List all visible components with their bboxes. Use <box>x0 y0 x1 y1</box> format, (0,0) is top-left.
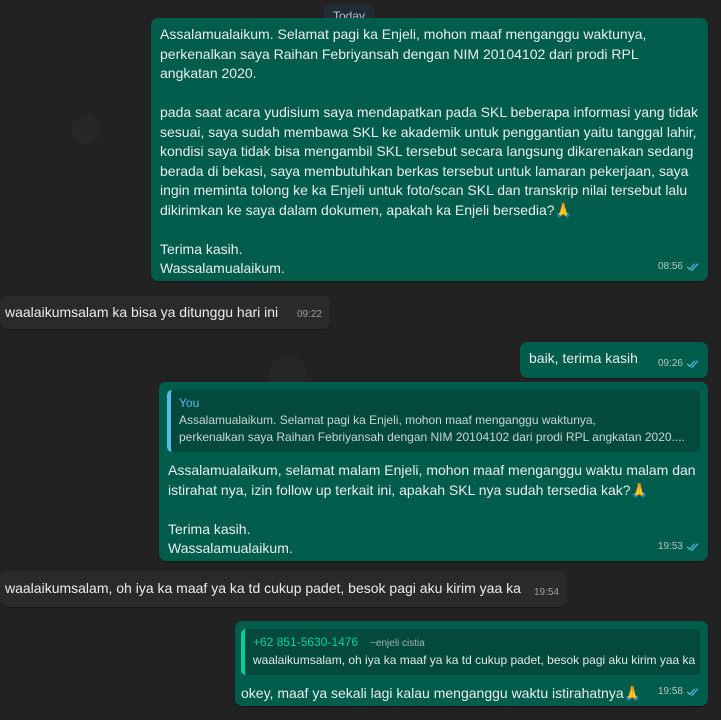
quoted-phone: +62 851-5630-1476 <box>253 635 359 649</box>
message-text: Assalamualaikum, selamat malam Enjeli, m… <box>168 462 696 556</box>
message-time: 19:54 <box>533 586 559 598</box>
message-bubble-outgoing[interactable]: baik, terima kasih 09:26 <box>520 342 708 378</box>
message-meta: 08:56 <box>658 257 700 277</box>
double-check-icon <box>686 687 699 696</box>
message-text: Assalamualaikum. Selamat pagi ka Enjeli,… <box>160 26 699 276</box>
message-bubble-outgoing-reply[interactable]: +62 851-5630-1476 ~enjeli cistia waalaik… <box>235 621 708 706</box>
double-check-icon <box>686 359 699 368</box>
double-check-icon <box>686 542 699 551</box>
message-bubble-incoming[interactable]: waalaikumsalam ka bisa ya ditunggu hari … <box>0 296 330 329</box>
message-time: 08:56 <box>657 260 683 272</box>
quoted-message[interactable]: +62 851-5630-1476 ~enjeli cistia waalaik… <box>241 629 700 675</box>
message-meta: 09:22 <box>297 305 322 325</box>
message-bubble-outgoing-reply[interactable]: You Assalamualaikum. Selamat pagi ka Enj… <box>159 382 708 561</box>
message-time: 09:22 <box>296 308 322 320</box>
message-time: 19:58 <box>657 685 683 697</box>
message-text: okey, maaf ya sekali lagi kalau mengangg… <box>241 685 642 701</box>
message-bubble-incoming[interactable]: waalaikumsalam, oh iya ka maaf ya ka td … <box>0 571 567 607</box>
message-meta: 19:58 <box>658 682 700 702</box>
message-meta: 09:26 <box>658 354 700 374</box>
double-check-icon <box>686 262 699 271</box>
quoted-name: ~enjeli cistia <box>370 638 425 649</box>
message-bubble-outgoing[interactable]: Assalamualaikum. Selamat pagi ka Enjeli,… <box>151 18 708 281</box>
quoted-text: Assalamualaikum. Selamat pagi ka Enjeli,… <box>179 413 685 444</box>
message-meta: 19:54 <box>534 583 559 603</box>
quoted-author: You <box>179 396 200 410</box>
message-text: waalaikumsalam, oh iya ka maaf ya ka td … <box>5 580 521 596</box>
quoted-header: +62 851-5630-1476 ~enjeli cistia <box>253 634 692 652</box>
message-time: 19:53 <box>657 540 683 552</box>
quoted-message[interactable]: You Assalamualaikum. Selamat pagi ka Enj… <box>167 390 700 452</box>
message-text: waalaikumsalam ka bisa ya ditunggu hari … <box>5 304 279 320</box>
quoted-text: waalaikumsalam, oh iya ka maaf ya ka td … <box>253 653 696 667</box>
message-meta: 19:53 <box>658 537 700 557</box>
message-time: 09:26 <box>657 357 683 369</box>
